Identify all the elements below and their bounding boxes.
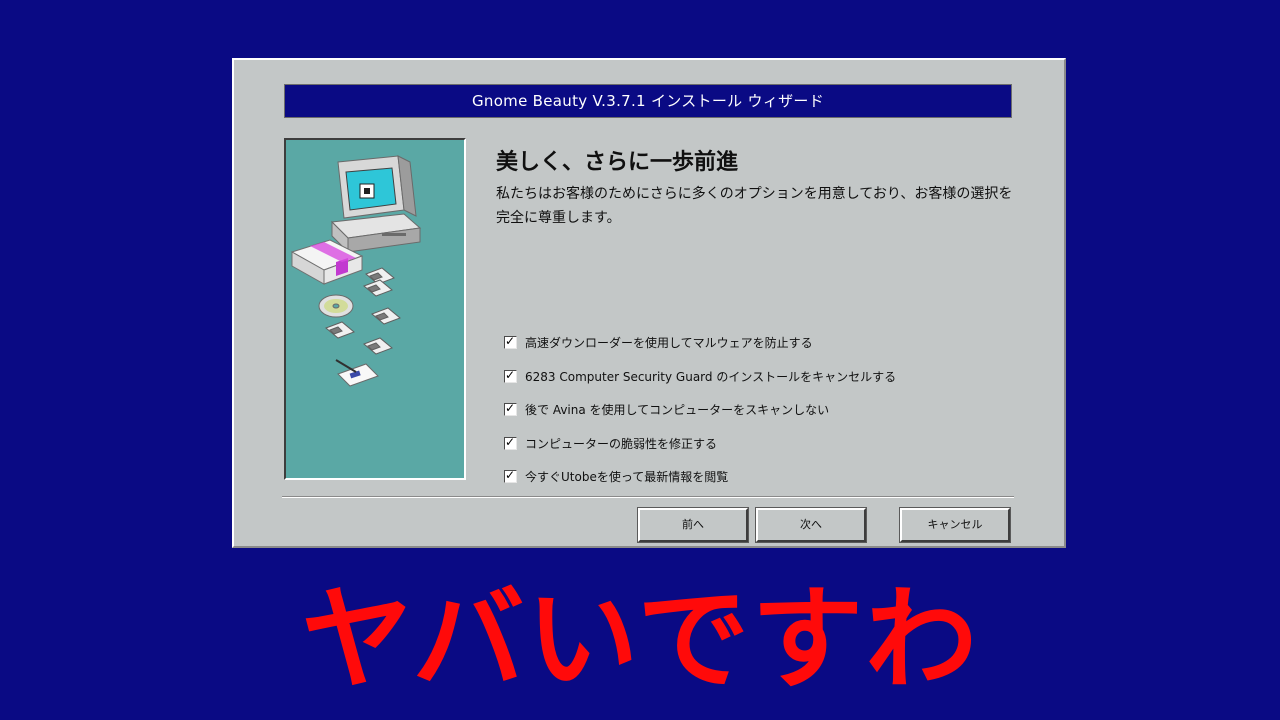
check-mark-icon: ✓ [505,468,516,483]
option-avina-scan[interactable]: ✓ 後で Avina を使用してコンピューターをスキャンしない [504,393,1024,427]
page-heading: 美しく、さらに一歩前進 [496,150,739,175]
option-label: 今すぐUtobeを使って最新情報を閲覧 [525,470,729,485]
side-illustration-panel [284,138,466,480]
back-button[interactable]: 前へ [638,508,748,542]
installer-wizard-window: Gnome Beauty V.3.7.1 インストール ウィザード 美しく、さら… [232,58,1066,548]
check-mark-icon: ✓ [505,434,516,449]
check-mark-icon: ✓ [505,367,516,382]
option-utobe-browse[interactable]: ✓ 今すぐUtobeを使って最新情報を閲覧 [504,460,1024,494]
option-fast-downloader[interactable]: ✓ 高速ダウンローダーを使用してマルウェアを防止する [504,326,1024,360]
window-title-bar[interactable]: Gnome Beauty V.3.7.1 インストール ウィザード [284,84,1012,118]
check-mark-icon: ✓ [505,401,516,416]
option-checkbox[interactable]: ✓ [504,401,517,417]
desktop-background: Gnome Beauty V.3.7.1 インストール ウィザード 美しく、さら… [0,0,1280,720]
option-checkbox[interactable]: ✓ [504,434,517,450]
option-checkbox[interactable]: ✓ [504,334,517,350]
option-checkbox[interactable]: ✓ [504,367,517,383]
option-label: コンピューターの脆弱性を修正する [525,436,718,451]
option-checkbox[interactable]: ✓ [504,468,517,484]
next-button[interactable]: 次へ [756,508,866,542]
computer-illustration-icon [290,155,422,387]
overlay-caption: ヤバいですわ [300,575,980,705]
option-label: 6283 Computer Security Guard のインストールをキャン… [525,369,897,384]
page-description: 私たちはお客様のためにさらに多くのオプションを用意しており、お客様の選択を完全に… [496,186,1013,226]
option-fix-vulnerabilities[interactable]: ✓ コンピューターの脆弱性を修正する [504,427,1024,461]
window-title: Gnome Beauty V.3.7.1 インストール ウィザード [471,92,825,110]
footer-divider [282,496,1014,498]
option-label: 後で Avina を使用してコンピューターをスキャンしない [525,403,830,418]
check-mark-icon: ✓ [505,334,516,349]
option-label: 高速ダウンローダーを使用してマルウェアを防止する [525,336,813,351]
options-list: ✓ 高速ダウンローダーを使用してマルウェアを防止する ✓ 6283 Comput… [504,326,1024,494]
cancel-button[interactable]: キャンセル [900,508,1010,542]
option-cancel-security-guard[interactable]: ✓ 6283 Computer Security Guard のインストールをキ… [504,360,1024,394]
